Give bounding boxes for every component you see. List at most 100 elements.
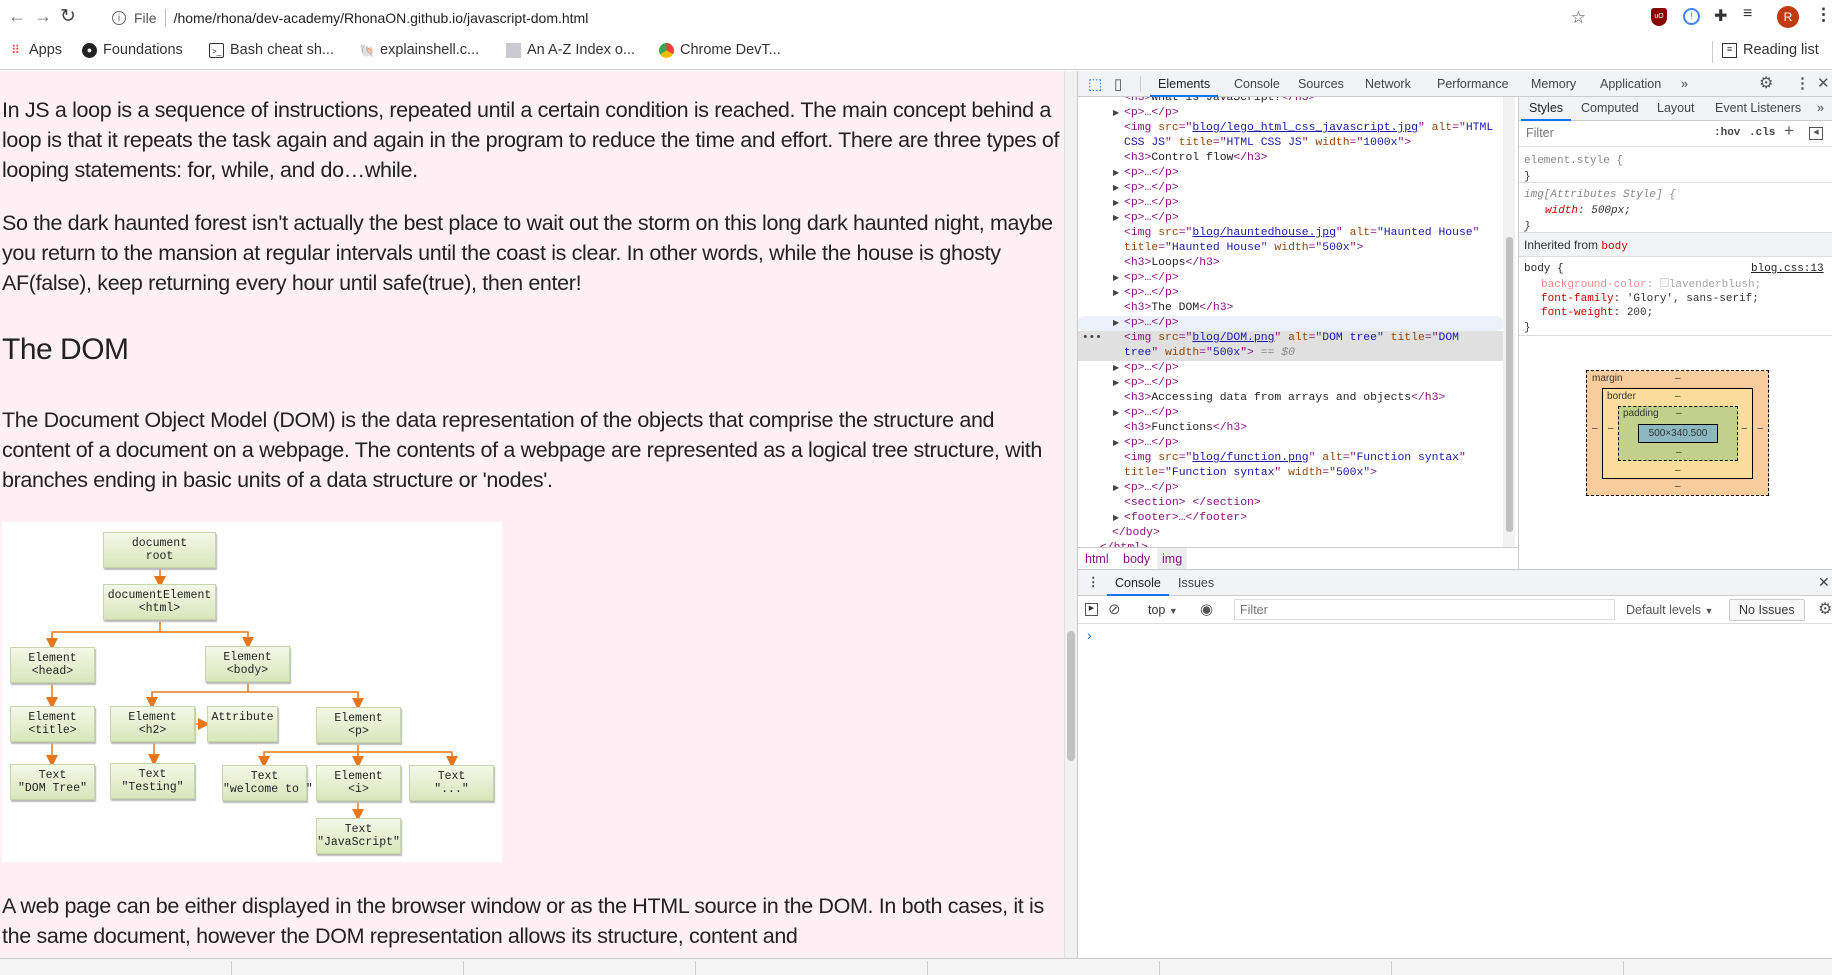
css-prop-name[interactable]: font-family [1541, 293, 1614, 305]
inherited-from-link[interactable]: body [1601, 241, 1627, 253]
settings-gear-icon[interactable]: ⚙ [1759, 73, 1773, 93]
device-toolbar-icon[interactable]: ▯ [1114, 75, 1122, 93]
toggle-sidebar-icon[interactable]: ◀ [1809, 127, 1823, 140]
dom-node-row[interactable]: </body> [1078, 526, 1503, 541]
expand-triangle-icon[interactable]: ▶ [1113, 511, 1119, 526]
dom-node-row[interactable]: ▶ <p>…</p> [1078, 106, 1503, 121]
dom-node-row[interactable]: ••• <img src="blog/DOM.png" alt="DOM tree… [1078, 331, 1503, 361]
css-prop-value[interactable]: 'Glory', sans-serif; [1627, 293, 1759, 305]
hov-toggle[interactable]: :hov [1714, 127, 1740, 139]
drawer-tab-issues[interactable]: Issues [1178, 576, 1214, 590]
css-property[interactable]: font-weight: 200; [1541, 306, 1761, 320]
source-link[interactable]: blog.css:13 [1751, 263, 1824, 275]
expand-triangle-icon[interactable]: ▶ [1113, 376, 1119, 391]
menu-kebab-icon[interactable]: ⋮ [1815, 5, 1832, 25]
token[interactable]: blog/lego_html_css_javascript.jpg [1192, 122, 1418, 134]
new-style-rule-icon[interactable]: + [1784, 121, 1794, 141]
more-subtabs-icon[interactable]: » [1817, 101, 1824, 115]
css-property[interactable]: background-color: lavenderblush; [1541, 278, 1761, 292]
tab-memory[interactable]: Memory [1531, 77, 1576, 91]
styles-filter-input[interactable]: Filter [1522, 124, 1692, 143]
css-prop-value[interactable]: 200; [1627, 307, 1653, 319]
dom-node-row[interactable]: <img src="blog/function.png" alt="Functi… [1078, 451, 1503, 481]
tab-console[interactable]: Console [1234, 77, 1280, 91]
breadcrumb-img[interactable]: img [1157, 548, 1188, 569]
css-prop-value[interactable]: 500px; [1591, 205, 1631, 217]
breadcrumb-html[interactable]: html [1085, 552, 1109, 566]
drawer-menu-icon[interactable]: ⋮ [1087, 574, 1100, 589]
scrollbar-thumb[interactable] [1506, 237, 1513, 532]
drawer-tab-console[interactable]: Console [1107, 576, 1169, 596]
bookmark-explainshell[interactable]: 🐚 explainshell.c... [359, 42, 479, 58]
dom-node-row[interactable]: ▶ <p>…</p> [1078, 196, 1503, 211]
scrollbar-thumb[interactable] [1067, 631, 1075, 761]
color-swatch[interactable] [1659, 278, 1669, 287]
breadcrumb-body[interactable]: body [1123, 552, 1150, 566]
close-drawer-icon[interactable]: ✕ [1818, 574, 1830, 591]
expand-triangle-icon[interactable]: ▶ [1113, 211, 1119, 226]
dom-node-row[interactable]: ▶ <p>…</p> [1078, 481, 1503, 496]
expand-triangle-icon[interactable]: ▶ [1113, 436, 1119, 451]
token[interactable]: blog/DOM.png [1192, 332, 1274, 344]
tab-application[interactable]: Application [1600, 77, 1661, 91]
log-levels-select[interactable]: Default levels ▼ [1626, 603, 1713, 617]
context-select[interactable]: top ▼ [1148, 603, 1178, 617]
dom-node-row[interactable]: <img src="blog/hauntedhouse.jpg" alt="Ha… [1078, 226, 1503, 256]
expand-triangle-icon[interactable]: ▶ [1113, 361, 1119, 376]
devtools-menu-icon[interactable]: ⋮ [1795, 74, 1810, 92]
dom-node-row[interactable]: ▶ <p>…</p> [1078, 436, 1503, 451]
cls-toggle[interactable]: .cls [1749, 127, 1775, 139]
dom-node-row[interactable]: ▶ <p>…</p> [1078, 286, 1503, 301]
close-devtools-icon[interactable]: ✕ [1817, 74, 1830, 92]
css-prop-value[interactable]: lavenderblush; [1669, 279, 1761, 291]
inspect-element-icon[interactable]: ⬚ [1088, 75, 1102, 93]
dom-node-row[interactable]: <h3>Accessing data from arrays and objec… [1078, 391, 1503, 406]
node-actions-icon[interactable]: ••• [1082, 331, 1102, 346]
tab-elements[interactable]: Elements [1149, 77, 1219, 97]
bookmark-chrome-devtools[interactable]: Chrome DevT... [659, 42, 781, 58]
dom-node-row[interactable]: ▶ <p>…</p> [1078, 211, 1503, 226]
expand-triangle-icon[interactable]: ▶ [1113, 316, 1119, 331]
dom-node-row[interactable]: <h3>The DOM</h3> [1078, 301, 1503, 316]
expand-triangle-icon[interactable]: ▶ [1113, 406, 1119, 421]
bookmark-bash[interactable]: >_ Bash cheat sh... [209, 42, 334, 58]
dom-node-row[interactable]: ▶ <p>…</p> [1078, 376, 1503, 391]
dom-node-row[interactable]: ▶ <p>…</p> [1078, 406, 1503, 421]
dom-node-row[interactable]: <h3>Functions</h3> [1078, 421, 1503, 436]
css-prop-name[interactable]: width [1545, 205, 1578, 217]
page-scrollbar[interactable] [1064, 71, 1077, 958]
tab-event-listeners[interactable]: Event Listeners [1715, 101, 1801, 115]
tab-network[interactable]: Network [1365, 77, 1411, 91]
dom-node-row[interactable]: <img src="blog/lego_html_css_javascript.… [1078, 121, 1503, 151]
bookmark-apps[interactable]: ⠿ Apps [8, 42, 62, 58]
dom-node-row[interactable]: <h3>Control flow</h3> [1078, 151, 1503, 166]
console-prompt[interactable]: › [1087, 627, 1092, 643]
more-tabs-icon[interactable]: » [1681, 77, 1688, 91]
reading-list-button[interactable]: ≡ Reading list [1722, 42, 1819, 58]
expand-triangle-icon[interactable]: ▶ [1113, 481, 1119, 496]
bookmark-star-icon[interactable]: ☆ [1571, 8, 1586, 28]
expand-triangle-icon[interactable]: ▶ [1113, 166, 1119, 181]
bookmark-foundations[interactable]: ● Foundations [82, 42, 183, 58]
dom-node-row[interactable]: ▶ <p>…</p> [1078, 271, 1503, 286]
extension-lock-icon[interactable]: ! [1683, 8, 1700, 25]
tab-layout[interactable]: Layout [1657, 101, 1695, 115]
tab-performance[interactable]: Performance [1437, 77, 1509, 91]
expand-triangle-icon[interactable]: ▶ [1113, 271, 1119, 286]
expand-triangle-icon[interactable]: ▶ [1113, 196, 1119, 211]
dom-node-row[interactable]: <h3>What is JavaScript?</h3> [1078, 97, 1503, 106]
extensions-puzzle-icon[interactable]: ✚ [1714, 6, 1727, 26]
reload-icon[interactable]: ↻ [60, 5, 76, 28]
bookmark-az-index[interactable]: An A-Z Index o... [506, 42, 635, 58]
expand-triangle-icon[interactable]: ▶ [1113, 286, 1119, 301]
expand-triangle-icon[interactable]: ▶ [1113, 106, 1119, 121]
css-prop-name[interactable]: background-color [1541, 279, 1647, 291]
console-settings-gear-icon[interactable]: ⚙ [1818, 599, 1832, 619]
avatar[interactable]: R [1777, 6, 1799, 28]
dom-node-row[interactable]: ▶ <p>…</p> [1078, 181, 1503, 196]
tab-styles[interactable]: Styles [1520, 101, 1572, 121]
console-sidebar-icon[interactable]: ▶ [1085, 603, 1098, 616]
address-bar[interactable]: i File /home/rhona/dev-academy/RhonaON.g… [104, 4, 1594, 32]
css-prop-name[interactable]: font-weight [1541, 307, 1614, 319]
dom-node-row[interactable]: ▶ <p>…</p> [1078, 316, 1503, 331]
